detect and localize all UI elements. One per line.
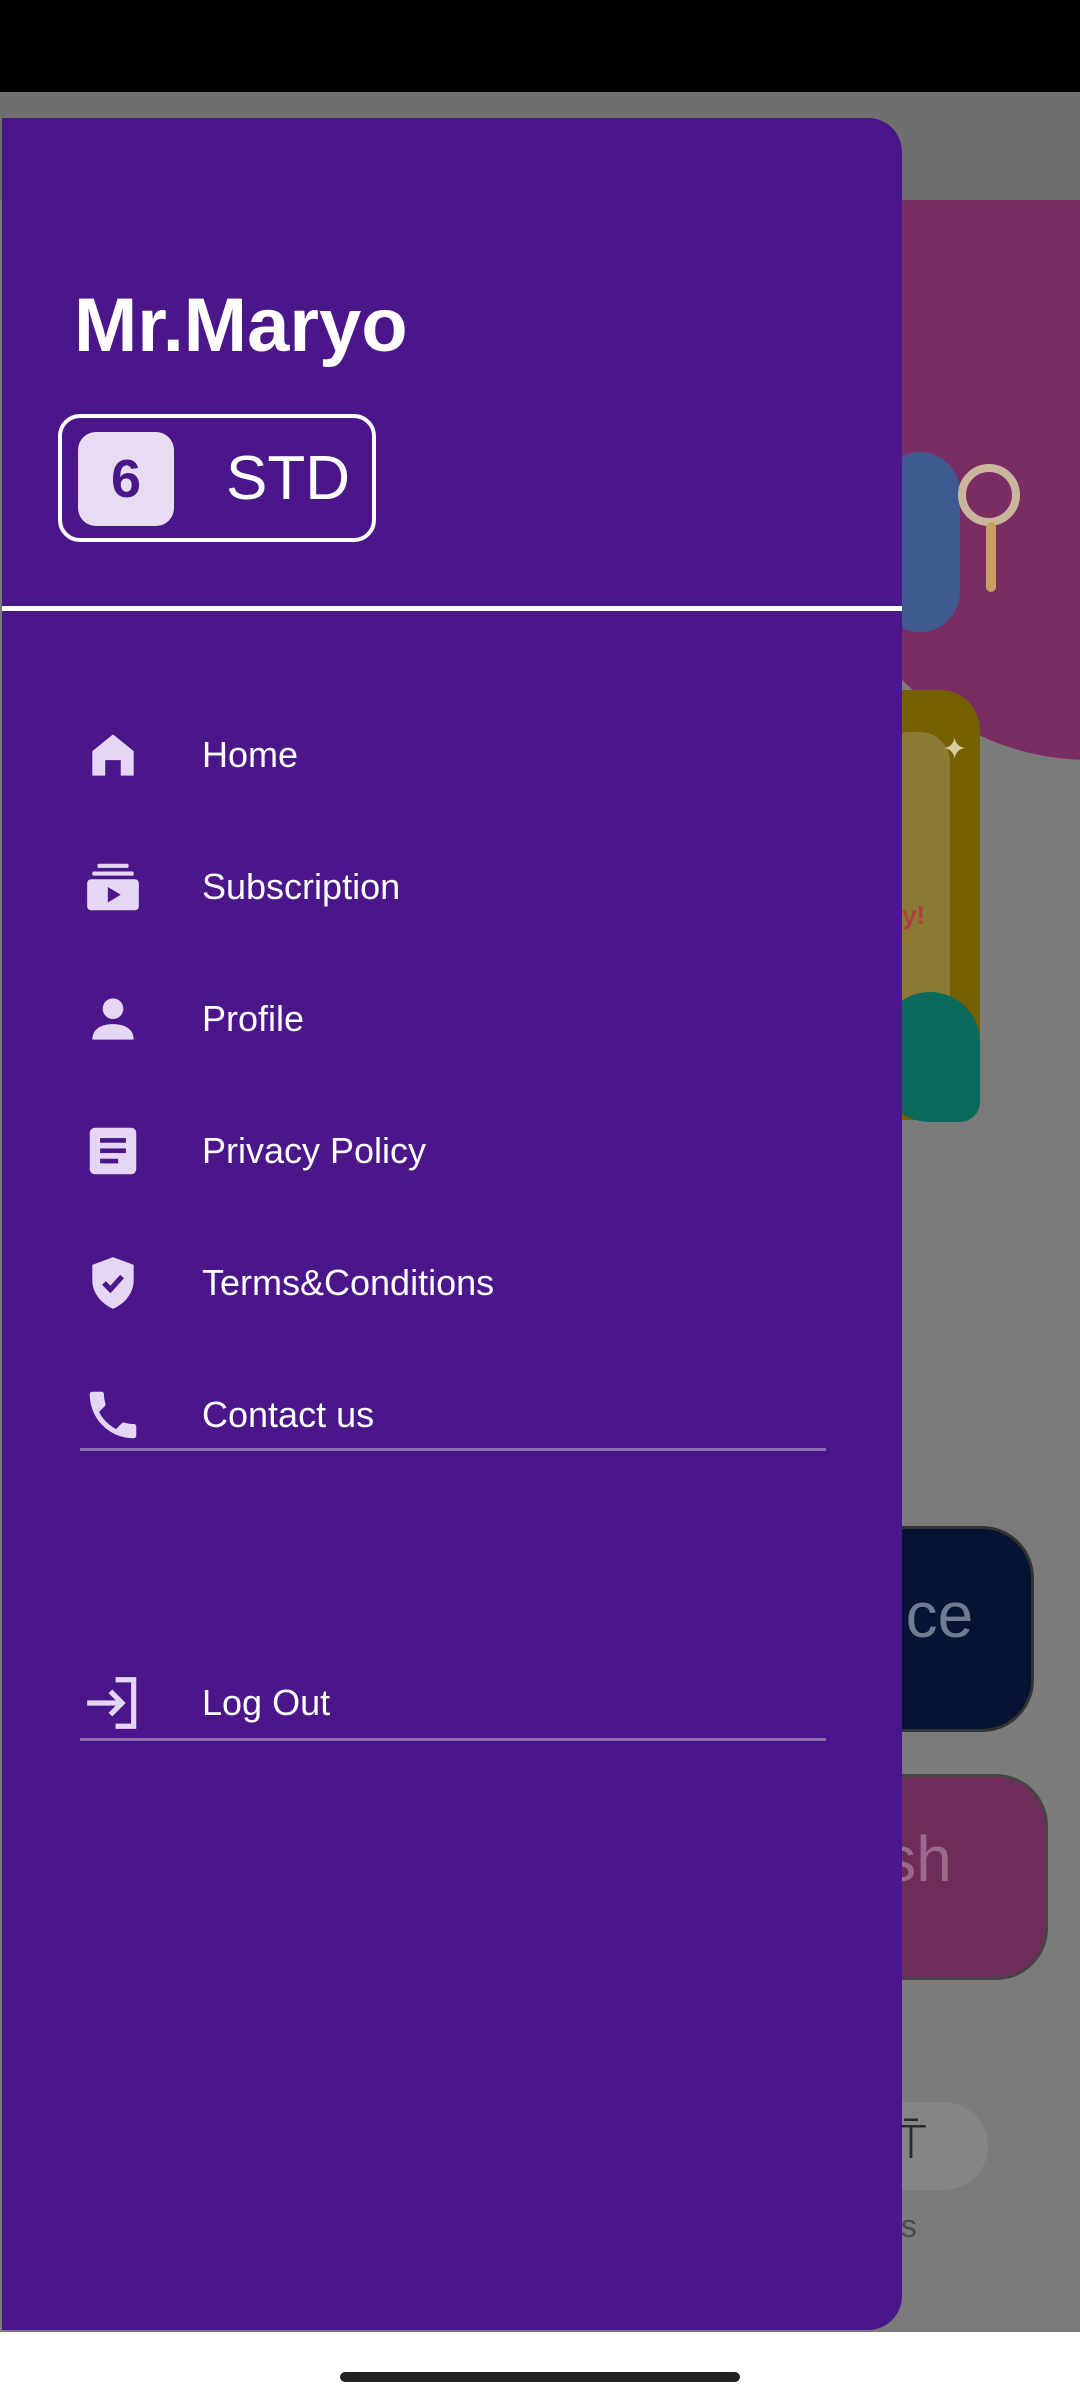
grade-label: STD bbox=[226, 444, 350, 513]
login-arrow-icon bbox=[87, 1677, 137, 1729]
menu-item-label: Subscription bbox=[202, 866, 401, 907]
menu-divider bbox=[80, 1448, 826, 1451]
subscriptions-icon bbox=[87, 863, 139, 911]
menu-item-label: Terms&Conditions bbox=[202, 1262, 495, 1303]
logout-button[interactable]: Log Out bbox=[2, 1648, 902, 1758]
menu-item-privacy-policy[interactable]: Privacy Policy bbox=[2, 1096, 902, 1206]
menu-item-label: Profile bbox=[202, 998, 305, 1039]
status-bar bbox=[0, 0, 1080, 92]
header-divider bbox=[2, 606, 902, 611]
user-name: Mr.Maryo bbox=[74, 283, 408, 368]
menu-item-home[interactable]: Home bbox=[2, 700, 902, 810]
phone-icon bbox=[89, 1391, 137, 1439]
menu-divider bbox=[80, 1738, 826, 1741]
menu-item-profile[interactable]: Profile bbox=[2, 964, 902, 1074]
document-icon bbox=[89, 1127, 137, 1175]
card-text: y! bbox=[902, 900, 926, 930]
sparkle-icon: ✦ bbox=[942, 733, 968, 766]
home-indicator[interactable] bbox=[340, 2372, 740, 2382]
person-icon bbox=[92, 998, 134, 1040]
menu-item-subscription[interactable]: Subscription bbox=[2, 832, 902, 942]
menu-item-terms-conditions[interactable]: Terms&Conditions bbox=[2, 1228, 902, 1338]
menu-item-label: Home bbox=[202, 734, 299, 775]
shield-check-icon bbox=[92, 1257, 134, 1309]
menu-item-label: Privacy Policy bbox=[202, 1130, 427, 1171]
menu-item-label: Log Out bbox=[202, 1682, 331, 1723]
menu-item-contact-us[interactable]: Contact us bbox=[2, 1360, 902, 1470]
grade-number-icon: 6 bbox=[78, 432, 174, 526]
magnifier-illustration bbox=[958, 464, 1020, 526]
navigation-drawer: Mr.Maryo 6 STD Home Subscription Profile bbox=[2, 118, 902, 2330]
home-icon bbox=[92, 734, 134, 776]
grade-badge: 6 STD bbox=[58, 414, 376, 542]
menu-item-label: Contact us bbox=[202, 1394, 375, 1435]
